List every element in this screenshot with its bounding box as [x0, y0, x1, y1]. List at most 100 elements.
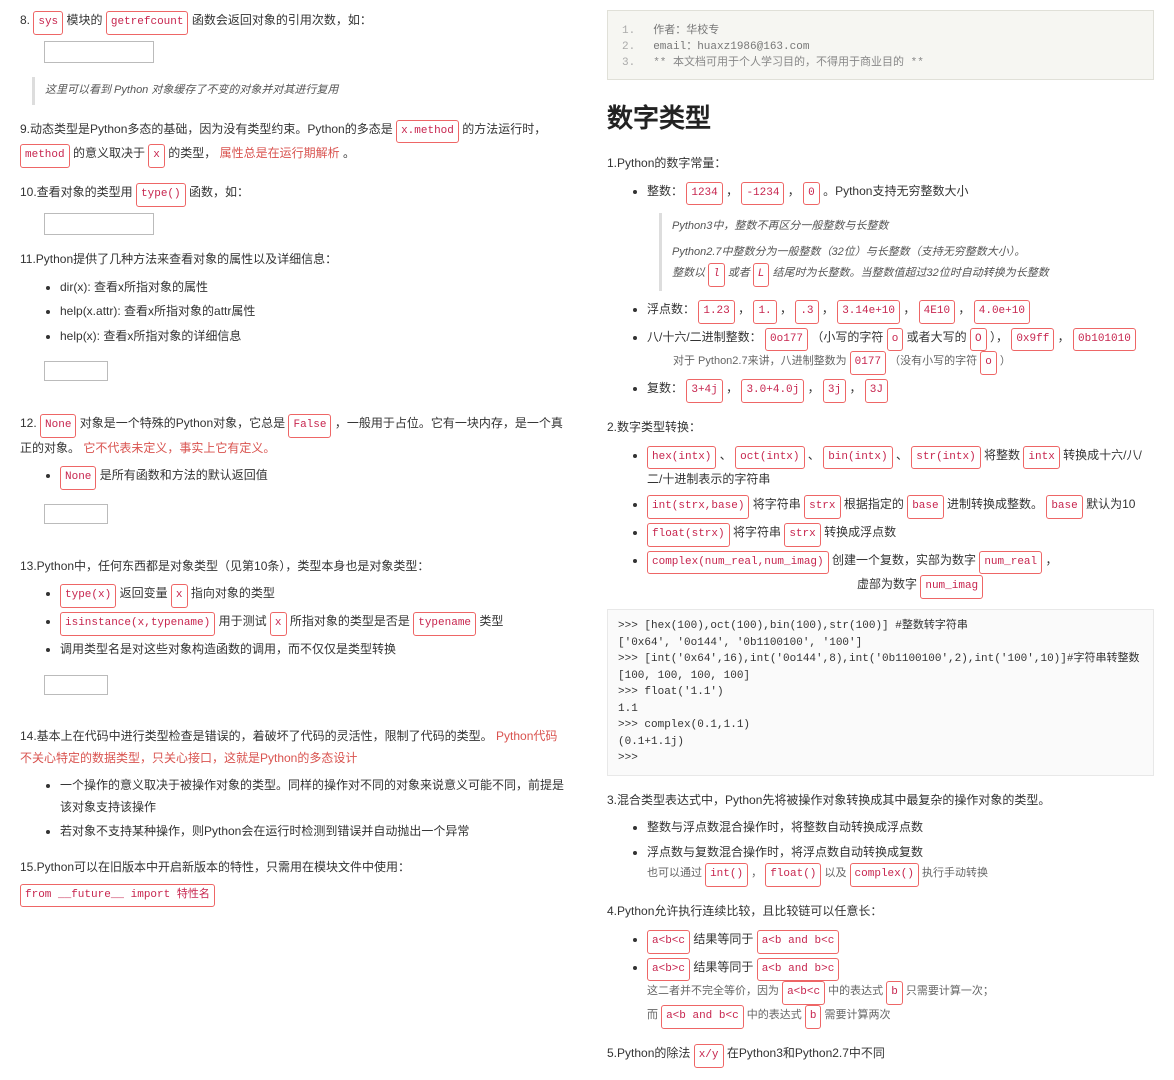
code: int(strx,base) [647, 495, 749, 519]
list-item: 浮点数与复数混合操作时，将浮点数自动转换成复数 也可以通过 int() ， fl… [647, 842, 1154, 887]
code: o [887, 328, 904, 352]
code: a<b<c [782, 981, 825, 1005]
code-xmethod: x.method [396, 120, 459, 144]
code-x: x [270, 612, 287, 636]
list-item: 若对象不支持某种操作，则Python会在运行时检测到错误并自动抛出一个异常 [60, 821, 567, 843]
code: 3+4j [686, 379, 722, 403]
list-item: 调用类型名是对这些对象构造函数的调用，而不仅仅是类型转换 [60, 639, 567, 661]
text: 返回变量 [120, 586, 171, 600]
list-item-float: 浮点数： 1.23 ， 1. ， .3 ， 3.14e+10 ， 4E10 ， … [647, 299, 1154, 324]
text: 模块的 [67, 13, 106, 27]
text: 13.Python中，任何东西都是对象类型（见第10条），类型本身也是对象类型： [20, 556, 567, 578]
text: 。 [343, 146, 355, 160]
text: 对于 Python2.7来讲，八进制整数为 [673, 355, 850, 367]
text: 将字符串 [753, 497, 804, 511]
code: 0 [803, 182, 820, 206]
item-8: 8. sys 模块的 getrefcount 函数会返回对象的引用次数，如： 这… [20, 10, 567, 105]
text: 或者 [728, 267, 753, 279]
text: 用于测试 [219, 614, 270, 628]
list: hex(intx) 、 oct(intx) 、 bin(intx) 、 str(… [607, 445, 1154, 600]
text: 在Python3和Python2.7中不同 [727, 1046, 885, 1060]
text: 根据指定的 [844, 497, 907, 511]
item-9: 9.动态类型是Python多态的基础，因为没有类型约束。Python的多态是 x… [20, 119, 567, 169]
text: （没有小写的字符 [889, 355, 980, 367]
doc-header: 1.作者：华校专 2.email：huaxz1986@163.com 3.** … [607, 10, 1154, 80]
text: 浮点数与复数混合操作时，将浮点数自动转换成复数 [647, 845, 923, 859]
list-item: 一个操作的意义取决于被操作对象的类型。同样的操作对不同的对象来说意义可能不同，前… [60, 775, 567, 818]
text: 12. [20, 416, 40, 430]
text: 而 [647, 1009, 661, 1021]
text: ）， [990, 330, 1008, 344]
image-placeholder [44, 675, 108, 695]
text: 默认为10 [1086, 497, 1135, 511]
text: 函数，如： [189, 185, 249, 199]
image-placeholder [44, 213, 154, 235]
code-method: method [20, 144, 70, 168]
item-10: 10.查看对象的类型用 type() 函数，如： [20, 182, 567, 235]
license: ** 本文档可用于个人学习目的，不得用于商业目的 ** [653, 57, 924, 69]
item-13: 13.Python中，任何东西都是对象类型（见第10条），类型本身也是对象类型：… [20, 556, 567, 712]
text: 5.Python的除法 [607, 1046, 694, 1060]
text: 函数会返回对象的引用次数，如： [192, 13, 372, 27]
blockquote: Python3中，整数不再区分一般整数与长整数 Python2.7中整数分为一般… [659, 213, 1154, 290]
text: 整数： [647, 184, 683, 198]
text: 结果等同于 [693, 960, 756, 974]
text: ， [1045, 553, 1057, 567]
list-item: None 是所有函数和方法的默认返回值 [60, 465, 567, 490]
code-x: x [148, 144, 165, 168]
code: complex(num_real,num_imag) [647, 551, 829, 575]
section-2: 2.数字类型转换： hex(intx) 、 oct(intx) 、 bin(in… [607, 417, 1154, 776]
text: （小写的字符 [811, 330, 886, 344]
code: l [708, 263, 725, 287]
heading: 2.数字类型转换： [607, 417, 1154, 439]
list-item: isinstance(x,typename) 用于测试 x 所指对象的类型是否是… [60, 611, 567, 636]
section-1: 1.Python的数字常量： 整数： 1234 ， -1234 ， 0 。Pyt… [607, 153, 1154, 403]
code: intx [1023, 446, 1059, 470]
list-item: complex(num_real,num_imag) 创建一个复数，实部为数字 … [647, 550, 1154, 600]
code: strx [784, 523, 820, 547]
text: 创建一个复数，实部为数字 [832, 553, 979, 567]
code-type: type() [136, 183, 186, 207]
code: 0o177 [765, 328, 808, 352]
code: oct(intx) [735, 446, 804, 470]
code: 4E10 [919, 300, 955, 324]
text: 复数： [647, 381, 683, 395]
code: b [805, 1005, 822, 1029]
text: 的类型， [168, 146, 216, 160]
text: 11.Python提供了几种方法来查看对象的属性以及详细信息： [20, 249, 567, 271]
code-isinstance: isinstance(x,typename) [60, 612, 215, 636]
text: 进制转换成整数。 [947, 497, 1043, 511]
code-false: False [288, 414, 331, 438]
code: 1.23 [698, 300, 734, 324]
list-item: type(x) 返回变量 x 指向对象的类型 [60, 583, 567, 608]
section-5: 5.Python的除法 x/y 在Python3和Python2.7中不同 [607, 1043, 1154, 1068]
text: 所指对象的类型是否是 [290, 614, 413, 628]
list-item-int: 整数： 1234 ， -1234 ， 0 。Python支持无穷整数大小 Pyt… [647, 181, 1154, 291]
author: 作者：华校专 [653, 25, 719, 37]
list-item: 整数与浮点数混合操作时，将整数自动转换成浮点数 [647, 817, 1154, 839]
code-sys: sys [33, 11, 63, 35]
code: 0b101010 [1073, 328, 1136, 352]
email: email：huaxz1986@163.com [653, 41, 809, 53]
code: 0x9ff [1011, 328, 1054, 352]
code: b [886, 981, 903, 1005]
item-11: 11.Python提供了几种方法来查看对象的属性以及详细信息： dir(x): … [20, 249, 567, 399]
list-item: float(strx) 将字符串 strx 转换成浮点数 [647, 522, 1154, 547]
code: 1. [753, 300, 776, 324]
code: O [970, 328, 987, 352]
text: 15.Python可以在旧版本中开启新版本的特性，只需用在模块文件中使用： [20, 857, 567, 879]
code: 1234 [686, 182, 722, 206]
text: Python2.7中整数分为一般整数（32位）与长整数（支持无穷整数大小）。 [672, 246, 1025, 258]
code: x/y [694, 1044, 724, 1068]
list: None 是所有函数和方法的默认返回值 [20, 465, 567, 490]
code: L [753, 263, 770, 287]
text: 类型 [479, 614, 503, 628]
text: 。Python支持无穷整数大小 [823, 184, 968, 198]
code: a<b and b>c [757, 958, 840, 982]
code: 3J [865, 379, 888, 403]
text: 结果等同于 [693, 932, 756, 946]
code: a<b and b<c [661, 1005, 744, 1029]
text: 转换成十六/八/二/十进制表示的字符串 [647, 448, 1142, 487]
code: bin(intx) [823, 446, 892, 470]
text: 结尾时为长整数。当整数值超过32位时自动转换为长整数 [772, 267, 1048, 279]
